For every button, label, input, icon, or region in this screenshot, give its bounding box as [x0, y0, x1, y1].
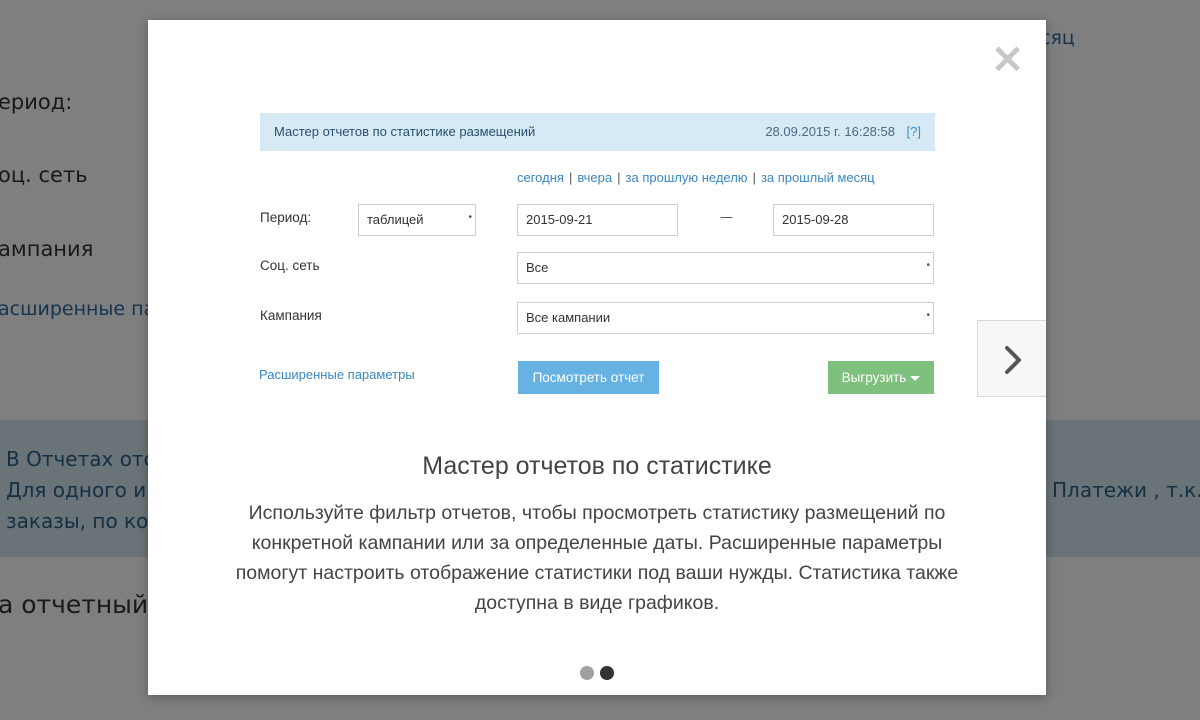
- social-select[interactable]: Все •: [517, 252, 934, 284]
- quick-link-yesterday[interactable]: вчера: [577, 170, 612, 185]
- pagination-dot-1[interactable]: [580, 666, 594, 680]
- advanced-params-link[interactable]: Расширенные параметры: [259, 367, 415, 382]
- form-header-title: Мастер отчетов по статистике размещений: [274, 124, 536, 139]
- select-arrow-icon: •: [926, 260, 930, 271]
- campaign-label: Кампания: [260, 308, 322, 323]
- view-report-button[interactable]: Посмотреть отчет: [518, 361, 659, 394]
- caret-down-icon: [910, 375, 921, 381]
- campaign-select[interactable]: Все кампании •: [517, 302, 934, 334]
- close-icon[interactable]: ×: [990, 37, 1025, 79]
- quick-link-last-week[interactable]: за прошлую неделю: [626, 170, 748, 185]
- tour-modal: × Мастер отчетов по статистике размещени…: [148, 20, 1046, 695]
- separator: |: [617, 170, 621, 185]
- date-from-input[interactable]: 2015-09-21: [517, 204, 678, 236]
- campaign-value: Все кампании: [526, 310, 611, 325]
- date-from-value: 2015-09-21: [526, 212, 593, 227]
- separator: |: [752, 170, 756, 185]
- form-header: Мастер отчетов по статистике размещений …: [260, 113, 935, 151]
- pagination-dots: [580, 665, 620, 680]
- form-header-datetime: 28.09.2015 г. 16:28:58: [765, 124, 895, 139]
- social-label: Соц. сеть: [260, 258, 320, 273]
- modal-title: Мастер отчетов по статистике: [422, 452, 772, 480]
- export-button[interactable]: Выгрузить: [828, 361, 934, 394]
- pagination-dot-2[interactable]: [600, 666, 614, 680]
- help-link[interactable]: [?]: [907, 124, 921, 139]
- export-button-label: Выгрузить: [841, 370, 907, 385]
- quick-link-last-month[interactable]: за прошлый месяц: [761, 170, 875, 185]
- quick-link-today[interactable]: сегодня: [517, 170, 564, 185]
- period-view-value: таблицей: [367, 212, 424, 227]
- modal-description: Используйте фильтр отчетов, чтобы просмо…: [235, 502, 959, 614]
- select-arrow-icon: •: [468, 212, 472, 223]
- separator: |: [568, 170, 573, 185]
- period-label: Период:: [260, 210, 312, 225]
- select-arrow-icon: •: [926, 310, 930, 321]
- social-value: Все: [526, 260, 549, 275]
- date-to-input[interactable]: 2015-09-28: [773, 204, 934, 236]
- period-view-select[interactable]: таблицей •: [358, 204, 476, 236]
- date-to-value: 2015-09-28: [782, 212, 849, 227]
- chevron-right-icon: [1005, 346, 1021, 374]
- next-slide-button[interactable]: [977, 320, 1046, 397]
- date-range-dash: —: [720, 210, 733, 225]
- quick-date-links: сегодня | вчера | за прошлую неделю | за прошл…: [517, 170, 875, 185]
